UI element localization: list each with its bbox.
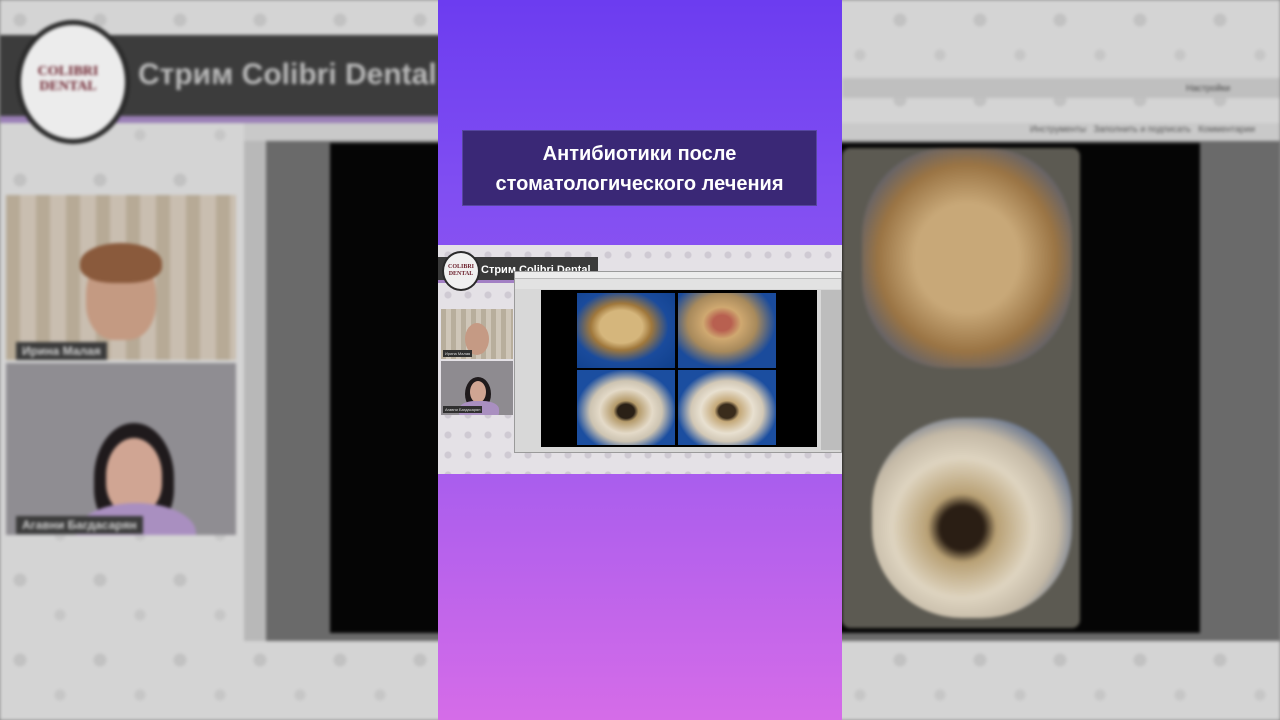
shorts-panel: Антибиотики после стоматологического леч…: [438, 0, 842, 720]
participant-2-head: [106, 438, 162, 513]
participant-camera-2: Агавни Багдасарян: [6, 363, 236, 535]
viewer-tools-bar[interactable]: Инструменты Заполнить и подписать Коммен…: [1030, 124, 1255, 134]
dental-photo-1: [577, 293, 675, 368]
dental-photo-enlarged: [842, 148, 1080, 628]
tooth-crown-lower: [872, 418, 1072, 618]
pdf-viewer-sidebar[interactable]: [244, 141, 266, 641]
dental-photo-2: [678, 293, 776, 368]
preview-camera-2-name: Агавни Багдасарян: [443, 406, 483, 413]
participant-1-hair: [80, 243, 162, 283]
dental-photo-3: [577, 370, 675, 445]
participant-1-name: Ирина Малая: [16, 342, 107, 360]
dental-photo-4: [678, 370, 776, 445]
tools-item[interactable]: Инструменты: [1030, 124, 1086, 134]
preview-document: [541, 290, 817, 447]
preview-viewer-toolbar: [515, 279, 841, 289]
preview-camera-1: Ирина Малая: [441, 309, 513, 359]
preview-viewer-titlebar: [515, 272, 841, 279]
logo-text: COLIBRI DENTAL: [37, 64, 99, 94]
preview-logo: COLIBRI DENTAL: [442, 251, 480, 291]
participant-camera-1: Ирина Малая: [6, 195, 236, 360]
video-title-box: Антибиотики после стоматологического леч…: [462, 130, 817, 206]
fill-sign-item[interactable]: Заполнить и подписать: [1094, 124, 1191, 134]
preview-camera-1-name: Ирина Малая: [443, 350, 473, 357]
settings-menu[interactable]: Настройки: [1186, 83, 1230, 93]
tooth-crown-upper: [862, 148, 1072, 368]
video-title-line-2: стоматологического лечения: [495, 173, 784, 195]
video-title-line-1: Антибиотики после: [542, 143, 737, 165]
preview-scrollbar: [821, 290, 841, 450]
preview-person-2-head: [470, 381, 486, 403]
preview-logo-text: COLIBRI DENTAL: [447, 264, 474, 277]
stream-preview-frame: COLIBRI DENTAL Стрим Colibri Dental Ирина…: [438, 245, 842, 474]
comments-item[interactable]: Комментарии: [1198, 124, 1255, 134]
preview-camera-2: Агавни Багдасарян: [441, 361, 513, 415]
preview-pdf-viewer: [514, 271, 842, 453]
viewer-menu-bar[interactable]: Настройки: [842, 78, 1280, 98]
stream-title: Стрим Colibri Dental: [138, 58, 437, 91]
participant-2-name: Агавни Багдасарян: [16, 516, 143, 534]
